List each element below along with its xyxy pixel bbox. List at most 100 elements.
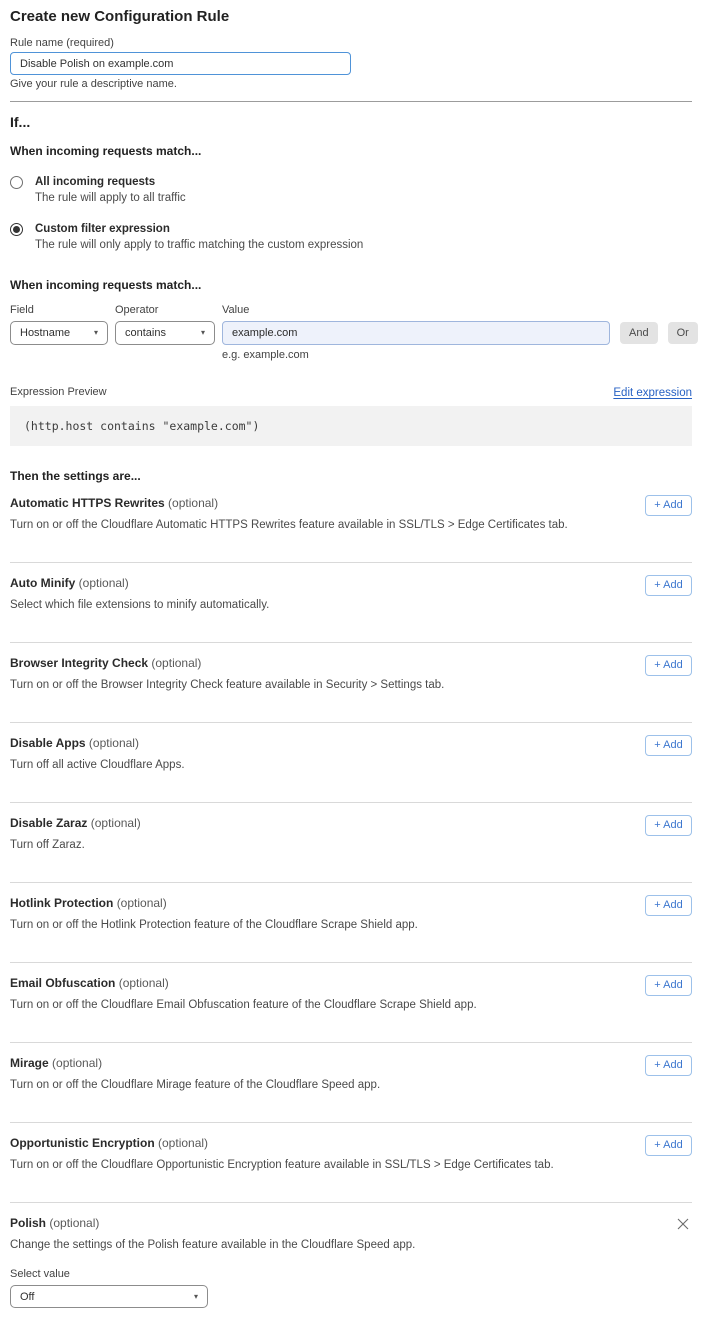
setting-title-text: Polish (10, 1216, 46, 1230)
setting-auto-minify: Auto Minify (optional) + Add Select whic… (10, 563, 692, 643)
setting-mirage: Mirage (optional) + Add Turn on or off t… (10, 1043, 692, 1123)
setting-hotlink-protection: Hotlink Protection (optional) + Add Turn… (10, 883, 692, 963)
setting-title: Mirage (optional) (10, 1056, 692, 1071)
radio-description: The rule will only apply to traffic matc… (35, 238, 363, 252)
setting-title: Email Obfuscation (optional) (10, 976, 692, 991)
add-browser-integrity-check-button[interactable]: + Add (645, 655, 692, 676)
setting-description: Change the settings of the Polish featur… (10, 1239, 610, 1252)
setting-disable-apps: Disable Apps (optional) + Add Turn off a… (10, 723, 692, 803)
field-select[interactable]: Hostname ▾ (10, 321, 108, 345)
rule-name-label: Rule name (required) (10, 37, 692, 50)
chevron-down-icon: ▾ (194, 1293, 198, 1301)
polish-value-select[interactable]: Off ▾ (10, 1285, 208, 1308)
setting-description: Select which file extensions to minify a… (10, 599, 610, 612)
setting-title: Hotlink Protection (optional) (10, 896, 692, 911)
expression-preview-label: Expression Preview (10, 386, 107, 399)
setting-title-text: Email Obfuscation (10, 976, 115, 990)
and-button[interactable]: And (620, 322, 658, 344)
add-email-obfuscation-button[interactable]: + Add (645, 975, 692, 996)
setting-description: Turn off Zaraz. (10, 839, 610, 852)
setting-title: Automatic HTTPS Rewrites (optional) (10, 496, 692, 511)
add-opportunistic-encryption-button[interactable]: + Add (645, 1135, 692, 1156)
close-icon (676, 1217, 690, 1231)
setting-title-text: Browser Integrity Check (10, 656, 148, 670)
rule-name-helper: Give your rule a descriptive name. (10, 78, 692, 91)
or-button[interactable]: Or (668, 322, 698, 344)
if-heading: If... (10, 114, 692, 131)
add-automatic-https-rewrites-button[interactable]: + Add (645, 495, 692, 516)
expression-builder-row: Field Hostname ▾ Operator contains ▾ Val… (10, 304, 692, 345)
setting-title-text: Disable Zaraz (10, 816, 87, 830)
section-divider (10, 101, 692, 102)
chevron-down-icon: ▾ (201, 329, 205, 337)
setting-optional-text: (optional) (89, 736, 139, 750)
operator-label: Operator (115, 304, 222, 317)
setting-polish: Polish (optional) Change the settings of… (10, 1203, 692, 1320)
value-helper: e.g. example.com (222, 349, 692, 362)
setting-title: Auto Minify (optional) (10, 576, 692, 591)
incoming-requests-match-label-2: When incoming requests match... (10, 278, 692, 292)
rule-name-input[interactable] (10, 52, 351, 75)
radio-label: Custom filter expression (35, 222, 363, 236)
rule-name-group: Rule name (required) Give your rule a de… (10, 37, 692, 91)
setting-optional-text: (optional) (158, 1136, 208, 1150)
setting-optional-text: (optional) (52, 1056, 102, 1070)
setting-description: Turn on or off the Cloudflare Opportunis… (10, 1159, 610, 1172)
add-disable-zaraz-button[interactable]: + Add (645, 815, 692, 836)
add-hotlink-protection-button[interactable]: + Add (645, 895, 692, 916)
add-auto-minify-button[interactable]: + Add (645, 575, 692, 596)
setting-title: Disable Apps (optional) (10, 736, 692, 751)
setting-browser-integrity-check: Browser Integrity Check (optional) + Add… (10, 643, 692, 723)
radio-description: The rule will apply to all traffic (35, 191, 186, 205)
expression-preview-row: Expression Preview Edit expression (10, 386, 692, 399)
select-value-label: Select value (10, 1268, 692, 1281)
setting-title-text: Automatic HTTPS Rewrites (10, 496, 165, 510)
field-select-value: Hostname (20, 327, 70, 339)
operator-select[interactable]: contains ▾ (115, 321, 215, 345)
setting-description: Turn off all active Cloudflare Apps. (10, 759, 610, 772)
create-configuration-rule-form: Create new Configuration Rule Rule name … (0, 0, 705, 1332)
remove-polish-button[interactable] (676, 1217, 690, 1231)
setting-title-text: Hotlink Protection (10, 896, 113, 910)
setting-title: Disable Zaraz (optional) (10, 816, 692, 831)
then-settings-heading: Then the settings are... (10, 469, 692, 483)
edit-expression-link[interactable]: Edit expression (613, 387, 692, 399)
radio-all-incoming-requests[interactable]: All incoming requests The rule will appl… (10, 175, 692, 205)
setting-email-obfuscation: Email Obfuscation (optional) + Add Turn … (10, 963, 692, 1043)
setting-description: Turn on or off the Cloudflare Automatic … (10, 519, 610, 532)
setting-optional-text: (optional) (168, 496, 218, 510)
setting-title-text: Opportunistic Encryption (10, 1136, 155, 1150)
setting-description: Turn on or off the Browser Integrity Che… (10, 679, 610, 692)
radio-unselected-icon[interactable] (10, 176, 23, 189)
setting-title: Browser Integrity Check (optional) (10, 656, 692, 671)
field-label: Field (10, 304, 115, 317)
setting-disable-zaraz: Disable Zaraz (optional) + Add Turn off … (10, 803, 692, 883)
radio-label: All incoming requests (35, 175, 186, 189)
setting-optional-text: (optional) (91, 816, 141, 830)
page-title: Create new Configuration Rule (10, 8, 692, 26)
radio-custom-filter-expression[interactable]: Custom filter expression The rule will o… (10, 222, 692, 252)
setting-opportunistic-encryption: Opportunistic Encryption (optional) + Ad… (10, 1123, 692, 1203)
setting-description: Turn on or off the Cloudflare Email Obfu… (10, 999, 610, 1012)
setting-automatic-https-rewrites: Automatic HTTPS Rewrites (optional) + Ad… (10, 483, 692, 563)
operator-select-value: contains (125, 327, 166, 339)
add-disable-apps-button[interactable]: + Add (645, 735, 692, 756)
value-input[interactable] (222, 321, 610, 345)
setting-title-text: Disable Apps (10, 736, 86, 750)
radio-selected-icon[interactable] (10, 223, 23, 236)
setting-description: Turn on or off the Hotlink Protection fe… (10, 919, 610, 932)
setting-optional-text: (optional) (119, 976, 169, 990)
chevron-down-icon: ▾ (94, 329, 98, 337)
setting-optional-text: (optional) (79, 576, 129, 590)
setting-title: Polish (optional) (10, 1216, 692, 1231)
setting-optional-text: (optional) (49, 1216, 99, 1230)
incoming-requests-match-label: When incoming requests match... (10, 144, 692, 158)
setting-title-text: Mirage (10, 1056, 49, 1070)
value-label: Value (222, 304, 610, 317)
add-mirage-button[interactable]: + Add (645, 1055, 692, 1076)
setting-optional-text: (optional) (151, 656, 201, 670)
setting-optional-text: (optional) (117, 896, 167, 910)
polish-select-value: Off (20, 1291, 34, 1303)
expression-preview-code: (http.host contains "example.com") (10, 406, 692, 446)
setting-description: Turn on or off the Cloudflare Mirage fea… (10, 1079, 610, 1092)
